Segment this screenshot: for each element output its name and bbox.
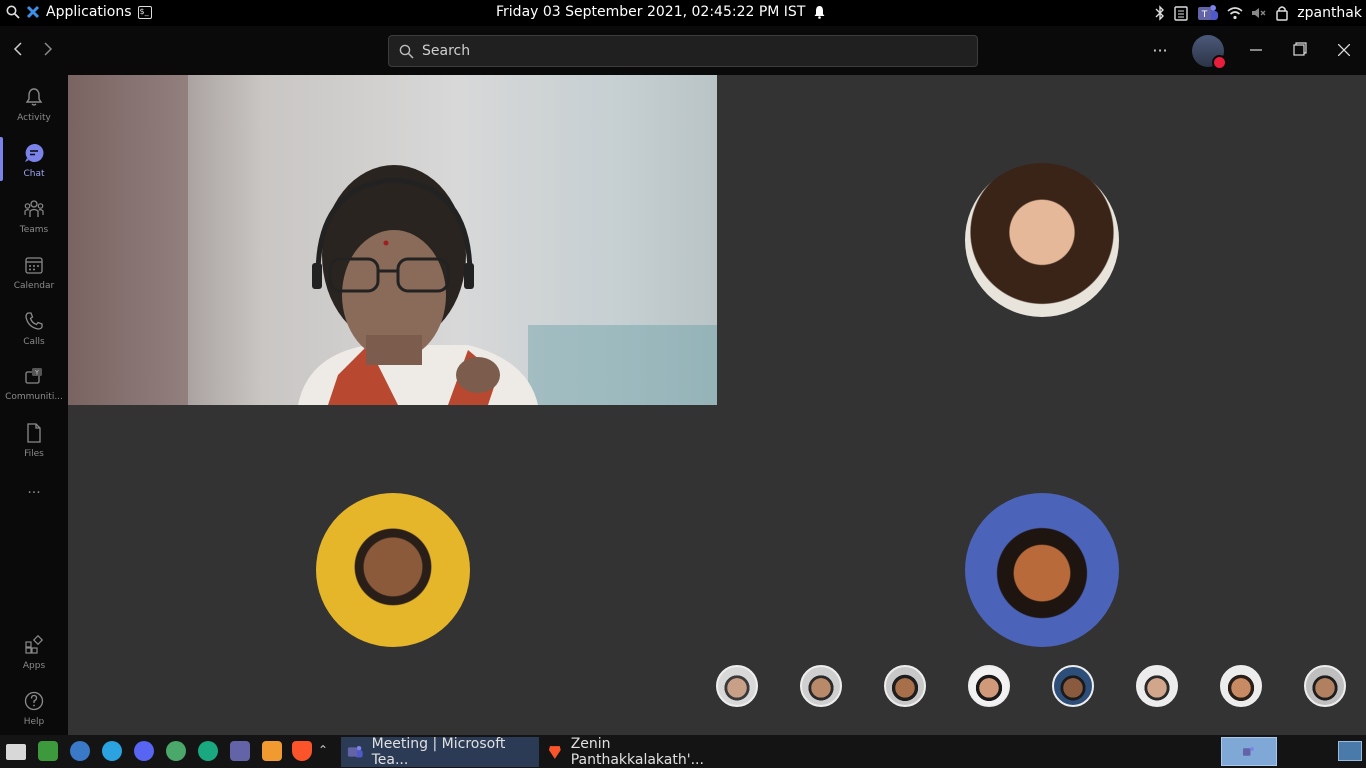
rail-label: Files	[24, 449, 44, 459]
svg-text:Y: Y	[34, 370, 39, 377]
notification-bell-icon[interactable]	[813, 5, 826, 19]
file-manager-icon[interactable]	[6, 744, 26, 760]
help-icon	[24, 691, 44, 711]
more-options-button[interactable]: ···	[1138, 41, 1182, 60]
rail-item-files[interactable]: Files	[0, 423, 68, 459]
search-icon[interactable]	[6, 5, 20, 19]
clipboard-icon[interactable]	[1173, 5, 1189, 21]
participant-thumbnail[interactable]	[1052, 665, 1094, 707]
xfce-logo-icon[interactable]	[26, 5, 40, 19]
system-clock[interactable]: Friday 03 September 2021, 02:45:22 PM IS…	[496, 4, 805, 20]
rail-item-activity[interactable]: Activity	[0, 87, 68, 123]
browser-globe-icon[interactable]	[70, 741, 90, 761]
brave-browser-icon[interactable]	[292, 741, 312, 761]
participant-thumbnail[interactable]	[1136, 665, 1178, 707]
search-placeholder: Search	[422, 43, 471, 59]
rail-label: Activity	[17, 113, 51, 123]
rail-label: Apps	[22, 661, 46, 671]
participant-thumbnail[interactable]	[884, 665, 926, 707]
show-desktop-icon[interactable]	[1338, 741, 1362, 761]
applications-menu[interactable]: Applications	[46, 4, 132, 20]
teams-icon	[1243, 747, 1254, 756]
participant-tile[interactable]	[717, 75, 1366, 405]
teams-icon	[347, 746, 363, 758]
participant-thumbnail[interactable]	[716, 665, 758, 707]
teams-icon	[24, 200, 44, 217]
participant-video-tile[interactable]	[68, 75, 717, 405]
participant-thumbnail[interactable]	[800, 665, 842, 707]
restore-icon[interactable]	[1278, 41, 1322, 60]
brave-icon	[548, 746, 561, 759]
forward-icon[interactable]	[42, 40, 54, 61]
apps-icon	[25, 634, 44, 654]
task-label: Meeting | Microsoft Tea...	[371, 736, 506, 768]
search-icon	[399, 44, 414, 59]
rail-label: Help	[23, 717, 45, 727]
rail-item-teams[interactable]: Teams	[0, 199, 68, 235]
teams-app-icon[interactable]	[230, 741, 250, 761]
rail-label: Calendar	[13, 281, 55, 291]
calendar-icon	[25, 257, 43, 274]
rail-label: Teams	[19, 225, 49, 235]
bluetooth-icon[interactable]	[1155, 5, 1165, 21]
participant-avatar	[965, 163, 1119, 317]
rail-item-apps[interactable]: Apps	[0, 634, 68, 671]
svg-text:T: T	[1201, 10, 1208, 20]
discord-icon[interactable]	[134, 741, 154, 761]
participant-avatar	[316, 493, 470, 647]
xmind-icon[interactable]	[198, 741, 218, 761]
telegram-icon[interactable]	[102, 741, 122, 761]
participant-avatar	[965, 493, 1119, 647]
workspace-1-thumbnail[interactable]	[1221, 737, 1277, 766]
teams-titlebar: Search ···	[0, 26, 1366, 75]
phone-icon	[25, 312, 43, 330]
teams-tray-icon[interactable]: T	[1197, 3, 1219, 23]
file-icon	[27, 423, 41, 443]
back-icon[interactable]	[12, 40, 24, 61]
rail-label: Chat	[23, 169, 45, 179]
task-label: Zenin Panthakkalakath'...	[570, 736, 704, 768]
rail-item-calendar[interactable]: Calendar	[0, 255, 68, 291]
rail-item-calls[interactable]: Calls	[0, 311, 68, 347]
participant-tile[interactable]	[68, 405, 717, 735]
rail-more-button[interactable]: ···	[0, 485, 68, 501]
participant-thumbnail[interactable]	[1304, 665, 1346, 707]
bell-icon	[25, 88, 43, 106]
terminal-icon[interactable]: $_	[137, 5, 152, 19]
task-teams-meeting[interactable]: Meeting | Microsoft Tea...	[341, 736, 539, 768]
rail-label: Communiti...	[5, 392, 63, 402]
rail-item-communities[interactable]: Y Communiti...	[0, 366, 68, 402]
rail-item-chat[interactable]: Chat	[0, 137, 68, 181]
minimize-icon[interactable]	[1234, 41, 1278, 60]
user-lock-icon[interactable]	[1275, 5, 1289, 21]
communities-icon: Y	[25, 368, 42, 384]
username-label[interactable]: zpanthak	[1297, 5, 1362, 21]
wifi-icon[interactable]	[1227, 6, 1243, 20]
rail-label: Calls	[23, 337, 45, 347]
close-icon[interactable]	[1322, 41, 1366, 60]
web-browser-icon[interactable]	[166, 741, 186, 761]
chevron-up-icon[interactable]: ⌃	[318, 743, 328, 757]
system-top-bar: Applications $_ Friday 03 September 2021…	[0, 0, 1366, 26]
chat-icon	[25, 143, 44, 162]
participant-thumbnail[interactable]	[968, 665, 1010, 707]
spreadsheet-icon[interactable]	[38, 741, 58, 761]
taskbar: ⌃ Meeting | Microsoft Tea... Zenin Panth…	[0, 735, 1366, 768]
sublime-text-icon[interactable]	[262, 741, 282, 761]
rail-item-help[interactable]: Help	[0, 691, 68, 727]
task-brave-window[interactable]: Zenin Panthakkalakath'...	[541, 736, 751, 768]
app-rail: Activity Chat Teams Calendar Calls Y Com…	[0, 75, 68, 735]
volume-muted-icon[interactable]	[1251, 6, 1267, 20]
participant-strip	[716, 665, 1366, 709]
search-input[interactable]: Search	[388, 35, 978, 67]
profile-avatar[interactable]	[1192, 34, 1227, 70]
participant-thumbnail[interactable]	[1220, 665, 1262, 707]
meeting-stage	[68, 75, 1366, 735]
participant-video-feed	[68, 75, 717, 405]
